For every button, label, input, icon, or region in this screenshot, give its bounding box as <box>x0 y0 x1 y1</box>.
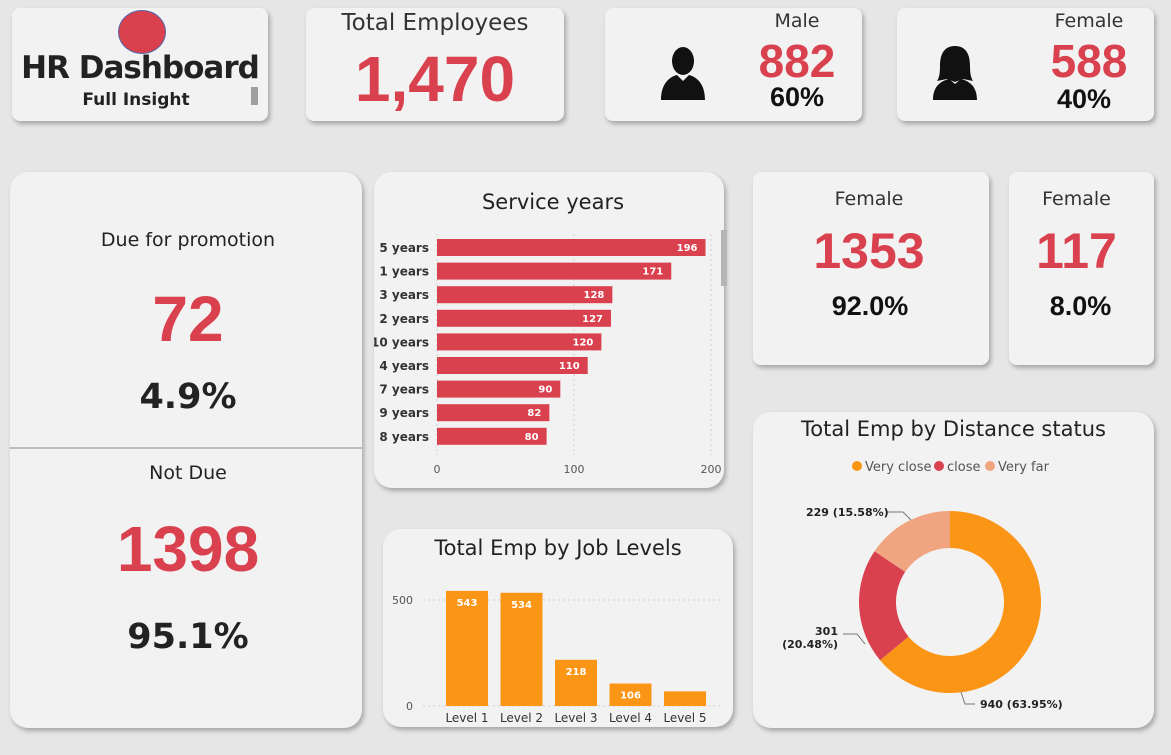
female-person-icon <box>933 46 977 100</box>
x-tick-label: 0 <box>434 463 441 476</box>
slice-data-label: 940 (63.95%) <box>980 698 1063 711</box>
male-percent: 60% <box>769 82 825 112</box>
legend-marker <box>852 461 862 471</box>
due-for-promotion-value: 72 <box>152 283 224 355</box>
service-years-chart: 0 100 200 5 years 196 1 years 171 3 years 128 2 y… <box>374 234 722 476</box>
y-category-label: 10 years <box>374 335 429 349</box>
leader-line <box>960 691 975 705</box>
not-due-label: Not Due <box>149 462 227 484</box>
y-category-label: 9 years <box>379 406 429 420</box>
bar-data-label: 90 <box>538 385 552 396</box>
leader-line <box>887 511 912 521</box>
leader-line <box>843 633 866 645</box>
x-tick-label: 200 <box>701 463 722 476</box>
legend-label: Very far <box>998 460 1050 475</box>
bar-data-label: 128 <box>583 290 604 301</box>
y-tick-label: 500 <box>392 594 413 607</box>
female-card-2: Female 1353 92.0% <box>753 172 989 365</box>
female-2-label: Female <box>834 188 904 210</box>
female-3-percent: 8.0% <box>1049 291 1112 321</box>
promotion-card: Due for promotion 72 4.9% Not Due 1398 9… <box>10 172 362 728</box>
job-levels-card: Total Emp by Job Levels 0 500 543 Level 1 53… <box>383 529 733 727</box>
y-category-label: 8 years <box>379 430 429 444</box>
bar <box>664 691 706 706</box>
y-category-label: 5 years <box>379 241 429 255</box>
legend-marker <box>985 461 995 471</box>
legend-label: Very close <box>865 460 932 475</box>
dashboard-subtitle: Full Insight <box>82 90 190 110</box>
title-card: HR Dashboard Full Insight <box>12 8 268 121</box>
female-2-value: 1353 <box>813 223 925 279</box>
service-years-scrollbar[interactable] <box>721 230 727 286</box>
x-tick-label: 100 <box>564 463 585 476</box>
scroll-handle[interactable] <box>251 87 258 105</box>
x-category-label: Level 3 <box>554 711 597 725</box>
x-category-label: Level 4 <box>609 711 652 725</box>
female-percent: 40% <box>1056 84 1112 114</box>
legend-label: close <box>947 460 980 475</box>
logo-circle-icon <box>118 10 166 54</box>
female-3-value: 117 <box>1036 223 1117 279</box>
male-label: Male <box>774 10 820 32</box>
bar-data-label: 534 <box>511 600 532 611</box>
y-category-label: 1 years <box>379 265 429 279</box>
job-levels-chart: 0 500 543 Level 1 534 Level 2 218 Level 3 106 Lev… <box>392 590 723 725</box>
bar-data-label: 120 <box>573 337 594 348</box>
x-category-label: Level 1 <box>445 711 488 725</box>
female-label: Female <box>1054 10 1124 32</box>
slice-data-label: 229 (15.58%) <box>806 506 889 519</box>
total-employees-value: 1,470 <box>354 43 516 115</box>
y-category-label: 2 years <box>379 312 429 326</box>
not-due-percent: 95.1% <box>127 617 249 657</box>
due-for-promotion-label: Due for promotion <box>100 229 276 251</box>
female-2-percent: 92.0% <box>831 291 909 321</box>
distance-donut-chart: Very close close Very far 229 (15.58%) 301 (2… <box>782 460 1063 711</box>
y-category-label: 3 years <box>379 288 429 302</box>
bar-data-label: 196 <box>677 243 698 254</box>
due-for-promotion-percent: 4.9% <box>139 377 237 417</box>
male-person-icon <box>661 47 705 100</box>
divider <box>10 447 362 449</box>
bar-data-label: 543 <box>457 598 478 609</box>
bar-data-label: 82 <box>527 408 541 419</box>
female-3-label: Female <box>1042 188 1111 210</box>
y-category-label: 4 years <box>379 359 429 373</box>
bar <box>437 262 672 280</box>
y-category-label: 7 years <box>379 383 429 397</box>
female-value: 588 <box>1050 35 1128 87</box>
not-due-value: 1398 <box>116 513 260 585</box>
female-card: Female 588 40% <box>897 8 1154 121</box>
bar-data-label: 80 <box>525 432 539 443</box>
total-employees-card: Total Employees 1,470 <box>306 8 564 121</box>
x-category-label: Level 2 <box>500 711 543 725</box>
total-employees-label: Total Employees <box>341 10 529 36</box>
bar-data-label: 218 <box>566 667 587 678</box>
bar-data-label: 127 <box>582 314 603 325</box>
service-years-card: Service years 0 100 200 5 years 196 1 years 17… <box>374 172 727 488</box>
distance-card: Total Emp by Distance status Very close c… <box>753 412 1154 728</box>
bar-data-label: 171 <box>642 267 663 278</box>
bar-data-label: 110 <box>559 361 580 372</box>
bar-data-label: 106 <box>620 691 641 702</box>
slice-data-label: 301 (20.48%) <box>782 625 838 651</box>
legend-marker <box>934 461 944 471</box>
x-category-label: Level 5 <box>663 711 706 725</box>
bar <box>437 239 706 256</box>
y-tick-label: 0 <box>406 700 413 713</box>
female-card-3: Female 117 8.0% <box>1009 172 1154 365</box>
male-value: 882 <box>758 35 836 87</box>
dashboard-title: HR Dashboard <box>21 50 260 86</box>
male-card: Male 882 60% <box>605 8 862 121</box>
